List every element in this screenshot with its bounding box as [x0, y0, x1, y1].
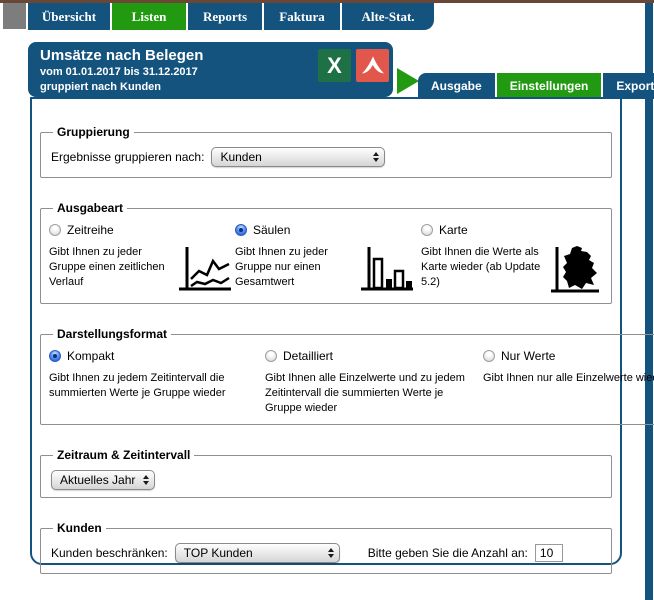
bar-chart-icon — [359, 245, 415, 295]
zeitreihe-radio-label[interactable]: Zeitreihe — [67, 223, 114, 237]
report-title: Umsätze nach Belegen — [40, 47, 203, 65]
legend-gruppierung: Gruppierung — [53, 125, 134, 139]
kunden-beschraenken-label: Kunden beschränken: — [51, 546, 168, 560]
saeulen-radio-label[interactable]: Säulen — [253, 223, 290, 237]
germany-map-icon — [549, 245, 601, 295]
kompakt-description: Gibt Ihnen zu jedem Zeitintervall die su… — [49, 371, 249, 401]
option-saeulen: Säulen Gibt Ihnen zu jeder Gruppe nur ei… — [235, 220, 421, 295]
select-stepper-icon — [373, 152, 379, 162]
nav-tab-uebersicht[interactable]: Übersicht — [28, 3, 112, 30]
adobe-a-glyph — [359, 52, 387, 80]
detailliert-description: Gibt Ihnen alle Einzelwerte und zu jedem… — [265, 371, 470, 416]
gruppierung-select-value: Kunden — [220, 150, 261, 164]
view-tabs: Ausgabe Einstellungen Export — [418, 73, 654, 99]
karte-radio[interactable] — [421, 224, 433, 236]
line-chart-icon — [177, 245, 233, 295]
nur-werte-description: Gibt Ihnen nur alle Einzelwerte wieder — [483, 371, 654, 386]
legend-zeitraum: Zeitraum & Zeitintervall — [53, 448, 194, 462]
nav-tab-reports[interactable]: Reports — [188, 3, 264, 30]
nur-werte-radio-label[interactable]: Nur Werte — [501, 349, 555, 363]
pdf-export-icon[interactable] — [356, 49, 389, 82]
corner-gray-square — [3, 3, 26, 29]
saeulen-description: Gibt Ihnen zu jeder Gruppe nur einen Ges… — [235, 245, 353, 290]
select-stepper-icon — [328, 548, 334, 558]
fieldset-kunden: Kunden Kunden beschränken: TOP Kunden Bi… — [40, 521, 612, 574]
detailliert-radio[interactable] — [265, 350, 277, 362]
fieldset-gruppierung: Gruppierung Ergebnisse gruppieren nach: … — [40, 125, 612, 178]
zeitreihe-radio[interactable] — [49, 224, 61, 236]
legend-darstellungsformat: Darstellungsformat — [53, 327, 171, 341]
run-play-icon[interactable] — [397, 68, 419, 94]
report-grouping: gruppiert nach Kunden — [40, 80, 203, 95]
legend-ausgabeart: Ausgabeart — [53, 201, 127, 215]
report-header-text: Umsätze nach Belegen vom 01.01.2017 bis … — [40, 47, 203, 95]
nav-tab-alte-stat[interactable]: Alte-Stat. — [342, 3, 434, 30]
gruppierung-select[interactable]: Kunden — [211, 147, 385, 167]
report-date-range: vom 01.01.2017 bis 31.12.2017 — [40, 65, 203, 80]
excel-export-icon[interactable]: X — [318, 49, 351, 82]
karte-radio-label[interactable]: Karte — [439, 223, 468, 237]
option-karte: Karte Gibt Ihnen die Werte als Karte wie… — [421, 220, 603, 295]
zeitreihe-description: Gibt Ihnen zu jeder Gruppe einen zeitlic… — [49, 245, 171, 290]
option-nur-werte: Nur Werte Gibt Ihnen nur alle Einzelwert… — [483, 346, 654, 416]
fieldset-darstellungsformat: Darstellungsformat Kompakt Gibt Ihnen zu… — [40, 327, 654, 425]
kompakt-radio-label[interactable]: Kompakt — [67, 349, 114, 363]
top-border-line — [0, 0, 654, 3]
nur-werte-radio[interactable] — [483, 350, 495, 362]
kompakt-radio[interactable] — [49, 350, 61, 362]
fieldset-ausgabeart: Ausgabeart Zeitreihe Gibt Ihnen zu jeder… — [40, 201, 612, 304]
nav-tab-listen[interactable]: Listen — [112, 3, 188, 30]
zeitraum-select-value: Aktuelles Jahr — [60, 473, 135, 487]
kunden-beschraenken-select[interactable]: TOP Kunden — [175, 543, 340, 563]
kunden-select-value: TOP Kunden — [184, 546, 253, 560]
tab-export[interactable]: Export — [603, 73, 654, 99]
fieldset-zeitraum: Zeitraum & Zeitintervall Aktuelles Jahr — [40, 448, 612, 498]
report-header: Umsätze nach Belegen vom 01.01.2017 bis … — [28, 42, 393, 97]
option-detailliert: Detailliert Gibt Ihnen alle Einzelwerte … — [265, 346, 483, 416]
saeulen-radio[interactable] — [235, 224, 247, 236]
anzahl-label: Bitte geben Sie die Anzahl an: — [368, 546, 528, 560]
detailliert-radio-label[interactable]: Detailliert — [283, 349, 333, 363]
zeitraum-select[interactable]: Aktuelles Jahr — [51, 470, 155, 490]
anzahl-input[interactable] — [535, 544, 563, 562]
option-kompakt: Kompakt Gibt Ihnen zu jedem Zeitinterval… — [49, 346, 265, 416]
nav-tab-faktura[interactable]: Faktura — [264, 3, 342, 30]
gruppierung-label: Ergebnisse gruppieren nach: — [51, 150, 204, 164]
legend-kunden: Kunden — [53, 521, 106, 535]
tab-ausgabe[interactable]: Ausgabe — [418, 73, 497, 99]
main-navigation: Übersicht Listen Reports Faktura Alte-St… — [28, 3, 434, 30]
tab-einstellungen[interactable]: Einstellungen — [497, 73, 604, 99]
option-zeitreihe: Zeitreihe Gibt Ihnen zu jeder Gruppe ein… — [49, 220, 235, 295]
app-screen: Übersicht Listen Reports Faktura Alte-St… — [0, 0, 654, 600]
select-stepper-icon — [143, 475, 149, 485]
karte-description: Gibt Ihnen die Werte als Karte wieder (a… — [421, 245, 543, 290]
settings-panel: Gruppierung Ergebnisse gruppieren nach: … — [30, 97, 622, 565]
